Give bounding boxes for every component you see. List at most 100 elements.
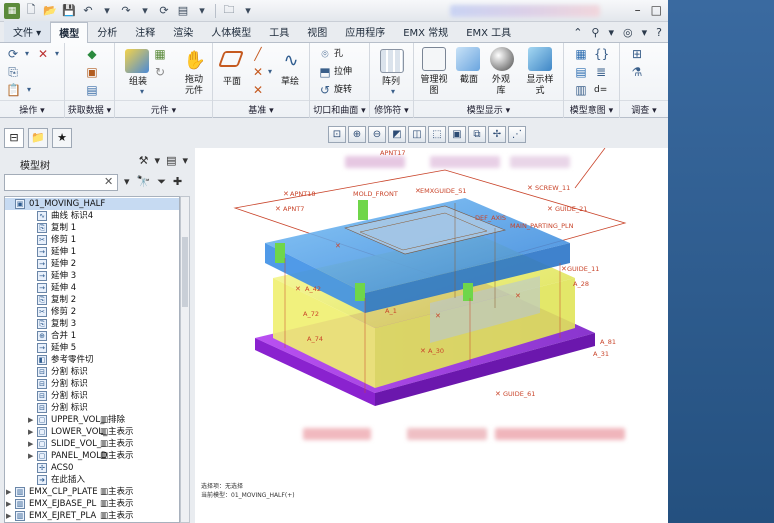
tree-row[interactable]: → 延伸 1	[5, 246, 179, 258]
tab-render[interactable]: 渲染	[164, 21, 202, 42]
tree-row-representation[interactable]: ▥主表示	[100, 486, 134, 498]
tree-row[interactable]: ▶ ▢ SLIDE_VOL_ ▥主表示	[5, 438, 179, 450]
model-tree-scrollbar[interactable]	[180, 196, 190, 523]
pattern-icon[interactable]	[380, 49, 404, 73]
relations-icon[interactable]: {}	[594, 47, 609, 61]
community-dropdown-icon[interactable]: ▾	[642, 26, 648, 39]
copy-geometry-icon[interactable]: ▣	[85, 65, 99, 79]
tree-row[interactable]: ⊟ 分割 标识	[5, 378, 179, 390]
regenerate-icon[interactable]: ⟳	[156, 3, 172, 19]
tree-row[interactable]: → 延伸 2	[5, 258, 179, 270]
section-icon[interactable]	[456, 47, 480, 71]
saved-orientations-icon[interactable]: ⬚	[428, 126, 446, 143]
revolve-icon[interactable]: ↺	[318, 83, 332, 97]
datum-display-icon[interactable]: ✢	[488, 126, 506, 143]
sketch-button[interactable]: 草绘	[275, 77, 305, 88]
community-icon[interactable]: ◎	[623, 26, 633, 39]
appearance-gallery-icon[interactable]	[490, 47, 514, 71]
reference-viewer-icon[interactable]: ⊞	[630, 47, 644, 61]
extrude-button[interactable]: 拉伸	[334, 67, 352, 78]
axis-icon[interactable]: ╱	[251, 47, 265, 61]
model-tree-tab-icon[interactable]: ⊟	[4, 128, 24, 148]
tab-file[interactable]: 文件 ▾	[4, 21, 51, 42]
delete-icon[interactable]: ✕	[36, 47, 50, 61]
tree-row[interactable]: ✂ 修剪 2	[5, 306, 179, 318]
tree-row-representation[interactable]: ▥主表示	[100, 510, 134, 522]
sketch-icon[interactable]: ∿	[279, 49, 303, 73]
tree-row[interactable]: ⎘ 复制 3	[5, 318, 179, 330]
tree-row[interactable]: ⊕ 合并 1	[5, 330, 179, 342]
expand-triangle-icon[interactable]: ▶	[28, 438, 33, 450]
tree-row-representation[interactable]: ▥主表示	[100, 426, 134, 438]
assemble-icon[interactable]	[125, 49, 149, 73]
collapse-ribbon-icon[interactable]: ⌃	[573, 26, 582, 39]
tree-row[interactable]: → 延伸 5	[5, 342, 179, 354]
regenerate-dropdown-icon[interactable]: ▾	[20, 47, 34, 61]
repaint-icon[interactable]: ◩	[388, 126, 406, 143]
assemble-dropdown-icon[interactable]: ▾	[135, 85, 149, 99]
display-style-icon[interactable]	[528, 47, 552, 71]
appearance-gallery-button[interactable]: 外观 库	[486, 75, 516, 97]
drag-components-icon[interactable]: ✋	[183, 49, 207, 73]
tab-emx-tools[interactable]: EMX 工具	[457, 21, 520, 42]
hole-button[interactable]: 孔	[334, 49, 343, 60]
view-manager-icon[interactable]: ▣	[448, 126, 466, 143]
manage-views-button[interactable]: 管理视 图	[416, 75, 452, 97]
tree-row[interactable]: ⊟ 分割 标识	[5, 402, 179, 414]
folder-browser-tab-icon[interactable]: 📁	[28, 128, 48, 148]
hole-icon[interactable]: ⌾	[318, 47, 332, 61]
switch-dimensions-icon[interactable]: ≣	[594, 65, 608, 79]
table-icon[interactable]: ▥	[574, 83, 588, 97]
new-file-icon[interactable]: 🗋	[23, 3, 39, 19]
favorites-tab-icon[interactable]: ★	[52, 128, 72, 148]
expand-triangle-icon[interactable]: ▶	[28, 414, 33, 426]
create-component-icon[interactable]: ▦	[153, 47, 167, 61]
customize-toolbar-icon[interactable]: ▾	[240, 3, 256, 19]
tree-row[interactable]: ⎘ 复制 1	[5, 222, 179, 234]
tab-emx-general[interactable]: EMX 常规	[394, 21, 457, 42]
tree-settings-dropdown-icon[interactable]: ▾	[155, 154, 161, 167]
tree-row[interactable]: ▶ ▢ LOWER_VOL_ ▥主表示	[5, 426, 179, 438]
tree-row[interactable]: ∿ 曲线 标识4	[5, 210, 179, 222]
drag-components-button[interactable]: 拖动 元件	[177, 75, 211, 97]
open-folder-icon[interactable]: 📂	[42, 3, 58, 19]
tree-row-representation[interactable]: ▥主表示	[100, 498, 134, 510]
user-defined-feature-icon[interactable]: ◆	[85, 47, 99, 61]
tab-tools[interactable]: 工具	[260, 21, 298, 42]
tree-row-representation[interactable]: ▥主表示	[100, 438, 134, 450]
tree-show-icon[interactable]: ▤	[166, 154, 176, 167]
display-style-button[interactable]: 显示样 式	[520, 75, 560, 97]
add-column-icon[interactable]: ✚	[173, 175, 182, 189]
delete-dropdown-icon[interactable]: ▾	[50, 47, 64, 61]
minimize-icon[interactable]: –	[635, 3, 641, 17]
redo-icon[interactable]: ↷	[118, 3, 134, 19]
windows-dropdown-icon[interactable]: ▾	[194, 3, 210, 19]
model-tree-search-input[interactable]	[4, 174, 118, 191]
investigate-tool-icon[interactable]: ⚗	[630, 65, 644, 79]
family-table-icon[interactable]: ▤	[574, 65, 588, 79]
command-search-dropdown-icon[interactable]: ▾	[608, 26, 614, 39]
tree-row[interactable]: ▣ 01_MOVING_HALF	[5, 198, 179, 210]
expand-triangle-icon[interactable]: ▶	[6, 498, 11, 510]
maximize-icon[interactable]: □	[651, 3, 662, 17]
coordinate-system-icon[interactable]: ✕	[251, 83, 265, 97]
revolve-button[interactable]: 旋转	[334, 85, 352, 96]
pattern-dropdown-icon[interactable]: ▾	[386, 85, 400, 99]
expand-triangle-icon[interactable]: ▶	[28, 450, 33, 462]
tab-model[interactable]: 模型	[50, 22, 89, 43]
tree-row[interactable]: ⊟ 分割 标识	[5, 390, 179, 402]
tree-show-dropdown-icon[interactable]: ▾	[182, 154, 188, 167]
tree-row[interactable]: → 延伸 4	[5, 282, 179, 294]
redo-dropdown-icon[interactable]: ▾	[137, 3, 153, 19]
regenerate-small-icon[interactable]: ⟳	[6, 47, 20, 61]
tree-row[interactable]: ➜ 在此插入	[5, 474, 179, 486]
tree-row[interactable]: ⎘ 复制 2	[5, 294, 179, 306]
zoom-in-icon[interactable]: ⊕	[348, 126, 366, 143]
plane-button[interactable]: 平面	[217, 77, 247, 88]
tree-row[interactable]: ◧ 参考零件切	[5, 354, 179, 366]
annotation-display-icon[interactable]: ⋰	[508, 126, 526, 143]
help-icon[interactable]: ?	[656, 26, 662, 39]
paste-icon[interactable]: 📋	[6, 83, 21, 97]
tab-view[interactable]: 视图	[298, 21, 336, 42]
paste-dropdown-icon[interactable]: ▾	[22, 83, 36, 97]
